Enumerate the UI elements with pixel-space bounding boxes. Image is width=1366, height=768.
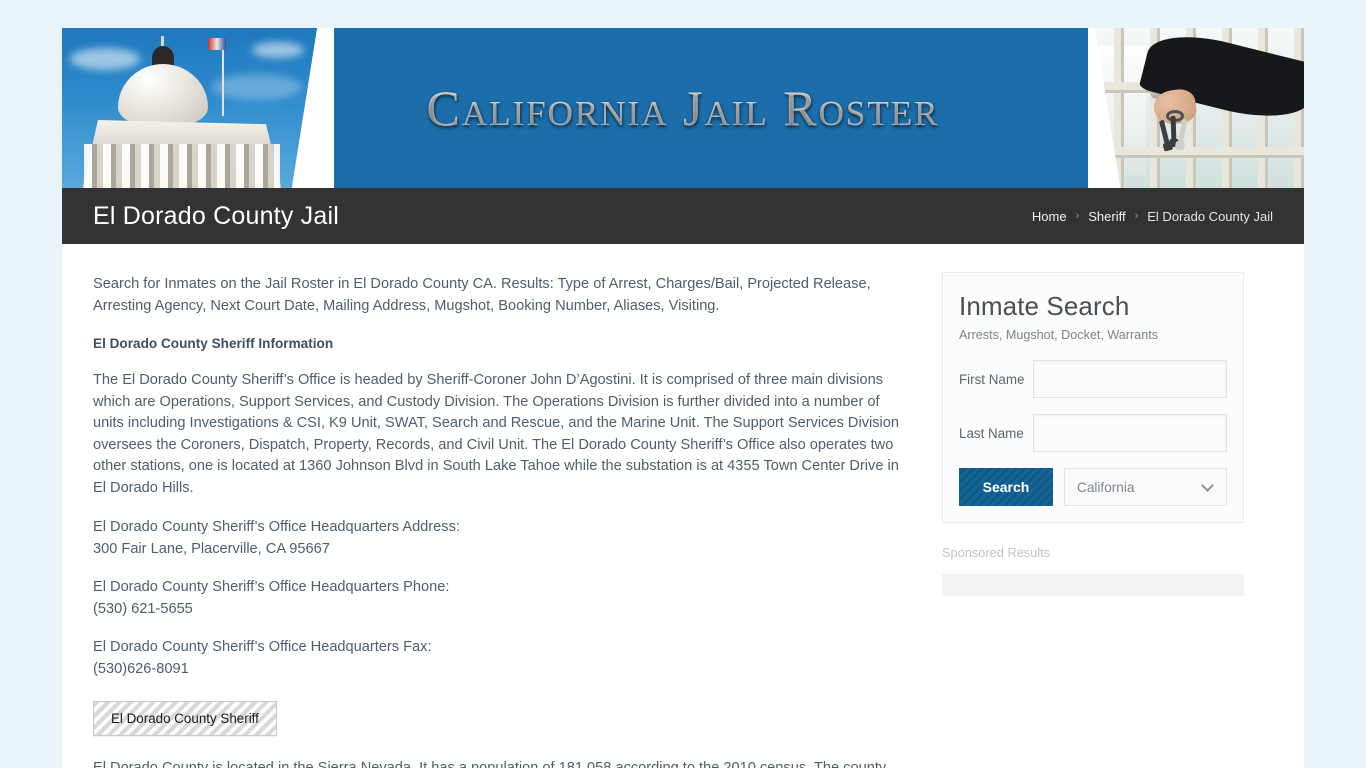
page-root: California Jail Roster California Jail R… — [0, 0, 1366, 768]
content-area: Search for Inmates on the Jail Roster in… — [62, 244, 1304, 768]
fax-label: El Dorado County Sheriff’s Office Headqu… — [93, 639, 432, 655]
last-name-row: Last Name — [959, 414, 1227, 452]
state-select-value: California — [1077, 479, 1135, 495]
inmate-search-widget: Inmate Search Arrests, Mugshot, Docket, … — [942, 272, 1244, 523]
sponsored-ad-slot — [942, 574, 1244, 596]
chevron-right-icon: › — [1075, 210, 1080, 222]
search-actions-row: Search California — [959, 468, 1227, 506]
state-select[interactable]: California — [1064, 468, 1227, 506]
address-value: 300 Fair Lane, Placerville, CA 95667 — [93, 540, 330, 557]
address-label: El Dorado County Sheriff’s Office Headqu… — [93, 519, 460, 535]
breadcrumb-current: El Dorado County Jail — [1147, 208, 1273, 224]
phone-value: (530) 621-5655 — [93, 600, 193, 617]
headquarters-fax-block: El Dorado County Sheriff’s Office Headqu… — [93, 637, 912, 680]
site-banner: California Jail Roster California Jail R… — [62, 28, 1304, 188]
first-name-row: First Name — [959, 360, 1227, 398]
phone-label: El Dorado County Sheriff’s Office Headqu… — [93, 579, 450, 595]
fax-value: (530)626-8091 — [93, 660, 189, 677]
breadcrumb: Home › Sheriff › El Dorado County Jail — [1032, 209, 1273, 224]
section-heading: El Dorado County Sheriff Information — [93, 336, 334, 351]
sheriff-description-paragraph: The El Dorado County Sheriff’s Office is… — [93, 372, 900, 496]
chevron-right-icon: › — [1134, 210, 1139, 222]
breadcrumb-link-home[interactable]: Home — [1032, 209, 1067, 224]
search-button[interactable]: Search — [959, 468, 1053, 506]
county-description-paragraph: El Dorado County is located in the Sierr… — [93, 760, 887, 768]
last-name-input[interactable] — [1033, 414, 1227, 452]
page-title: El Dorado County Jail — [93, 201, 339, 230]
main-column: Search for Inmates on the Jail Roster in… — [62, 244, 942, 768]
headquarters-address-block: El Dorado County Sheriff’s Office Headqu… — [93, 517, 912, 560]
site-wrapper: California Jail Roster California Jail R… — [62, 28, 1304, 768]
sidebar-column: Inmate Search Arrests, Mugshot, Docket, … — [942, 244, 1304, 768]
first-name-label: First Name — [959, 371, 1025, 387]
sponsored-results-label: Sponsored Results — [942, 545, 1051, 560]
breadcrumb-link-sheriff[interactable]: Sheriff — [1088, 209, 1125, 224]
sheriff-link-button[interactable]: El Dorado County Sheriff — [93, 701, 277, 736]
chevron-down-icon — [1201, 479, 1214, 492]
page-title-bar: El Dorado County Jail Home › Sheriff › E… — [62, 188, 1304, 244]
headquarters-phone-block: El Dorado County Sheriff’s Office Headqu… — [93, 577, 912, 620]
first-name-input[interactable] — [1033, 360, 1227, 398]
banner-title-backdrop: California Jail Roster — [426, 80, 940, 136]
intro-paragraph: Search for Inmates on the Jail Roster in… — [93, 276, 871, 314]
last-name-label: Last Name — [959, 425, 1024, 441]
widget-subtitle: Arrests, Mugshot, Docket, Warrants — [959, 328, 1158, 342]
widget-title: Inmate Search — [959, 291, 1130, 321]
